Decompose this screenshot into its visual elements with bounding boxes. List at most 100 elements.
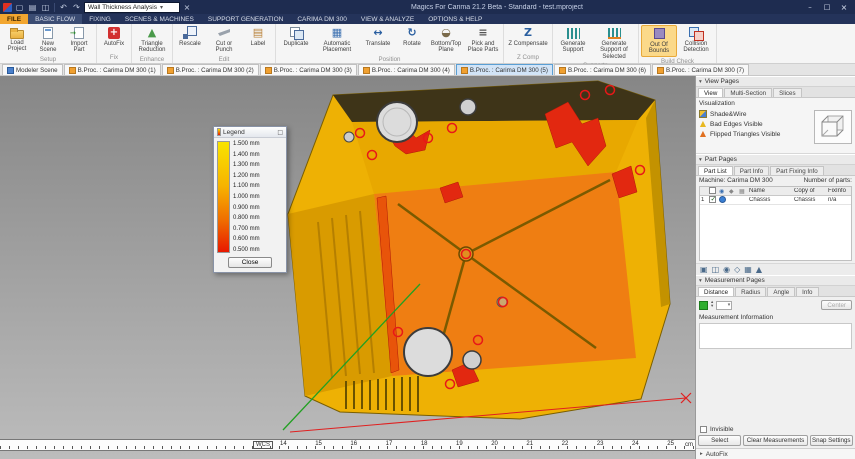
legend-window[interactable]: Legend □ 1.500 mm 1.400 mm 1.300 mm 1.200 m… xyxy=(213,126,287,273)
scene-tab[interactable]: B.Proc. : Carima DM 300 (6) xyxy=(553,64,651,75)
measurement-action-button[interactable]: Select xyxy=(698,435,742,446)
ribbon-tab[interactable]: FIXING xyxy=(82,14,118,24)
legend-close-button[interactable]: Close xyxy=(228,257,272,268)
main-area: Legend □ 1.500 mm 1.400 mm 1.300 mm 1.200 m… xyxy=(0,76,855,459)
triangle-reduction-button[interactable]: Triangle Reduction xyxy=(134,25,170,55)
z-compensate-button[interactable]: Z Compensate xyxy=(506,25,550,53)
part-tab[interactable]: Part List xyxy=(698,166,733,175)
minimize-button[interactable]: – xyxy=(802,2,818,13)
automatic-placement-button[interactable]: Automatic Placement xyxy=(315,25,359,55)
view-pages-header[interactable]: ▾ View Pages xyxy=(696,76,855,87)
scene-tab-bar: Modeler Scene B.Proc. : Carima DM 300 (1)… xyxy=(0,64,855,76)
view-tab[interactable]: View xyxy=(698,88,724,97)
measurement-pages-header[interactable]: ▾ Measurement Pages xyxy=(696,275,855,286)
ruler-unit: cm xyxy=(685,442,693,448)
part-tab[interactable]: Part Info xyxy=(733,166,770,175)
part-pages-header[interactable]: ▾ Part Pages xyxy=(696,154,855,165)
invisible-option[interactable]: Invisible xyxy=(696,424,855,434)
measurement-tab[interactable]: Info xyxy=(796,287,819,296)
copy-of-column-header[interactable]: Copy of xyxy=(793,188,827,194)
part-tab[interactable]: Part Fixing Info xyxy=(770,166,824,175)
ribbon-tab[interactable]: CARIMA DM 300 xyxy=(290,14,354,24)
part-visible-icon[interactable] xyxy=(719,195,726,203)
measurement-tab[interactable]: Angle xyxy=(767,287,796,296)
measurement-mode-combo[interactable]: ▾ xyxy=(716,300,733,310)
legend-title-bar[interactable]: Legend □ xyxy=(214,127,286,138)
fixinfo-column-header[interactable]: FixInfo xyxy=(827,188,851,194)
close-button[interactable]: × xyxy=(836,2,852,13)
panel-toolbar-icon[interactable]: ◉ xyxy=(723,265,730,274)
center-button[interactable]: Center xyxy=(821,300,852,310)
panel-toolbar-icon[interactable]: ▣ xyxy=(700,265,708,274)
title-bar: ▢ ▤ ◫ ↶ ↷ Wall Thickness Analysis ▾ × Ma… xyxy=(0,0,855,14)
autofix-footer[interactable]: ▸ AutoFix xyxy=(696,448,855,459)
z-compensate-icon xyxy=(520,26,536,40)
ribbon-tab[interactable]: BASIC FLOW xyxy=(28,14,83,24)
rotate-button[interactable]: Rotate xyxy=(397,25,427,55)
scene-tab[interactable]: B.Proc. : Carima DM 300 (4) xyxy=(357,64,455,75)
measurement-color-swatch[interactable] xyxy=(699,300,708,310)
translate-button[interactable]: Translate xyxy=(360,25,396,55)
measurement-action-button[interactable]: Snap Settings xyxy=(809,435,853,446)
scene-tab[interactable]: B.Proc. : Carima DM 300 (1) xyxy=(63,64,161,75)
panel-toolbar-icon[interactable]: ▲ xyxy=(756,265,762,274)
label-button[interactable]: Label xyxy=(243,25,273,55)
automatic-placement-icon xyxy=(329,26,345,40)
generate-support-selected-button[interactable]: Generate Support of Selected xyxy=(592,25,636,61)
collision-detection-button[interactable]: Collision Detection xyxy=(678,25,714,57)
new-scene-icon xyxy=(43,27,53,39)
redo-icon[interactable]: ↷ xyxy=(71,2,82,13)
ribbon-tab[interactable]: FILE xyxy=(0,14,29,24)
scene-tab[interactable]: B.Proc. : Carima DM 300 (5) xyxy=(455,64,553,75)
open-icon[interactable]: ▤ xyxy=(27,2,38,13)
scene-tab[interactable]: B.Proc. : Carima DM 300 (3) xyxy=(259,64,357,75)
spin-down-icon[interactable]: ▾ xyxy=(711,304,713,309)
part-list-row[interactable]: 1 Chassis Chassis n/a xyxy=(700,195,851,205)
name-column-header[interactable]: Name xyxy=(748,188,793,194)
new-icon[interactable]: ▢ xyxy=(14,2,25,13)
ruler-number: 18 xyxy=(420,441,428,447)
import-part-icon xyxy=(70,26,84,40)
clear-analysis-icon[interactable]: × xyxy=(182,3,192,12)
bottom-top-plane-button[interactable]: Bottom/Top Plane xyxy=(428,25,464,55)
maximize-button[interactable]: □ xyxy=(819,2,835,13)
orientation-cube[interactable] xyxy=(814,110,852,144)
ribbon-tab[interactable]: VIEW & ANALYZE xyxy=(354,14,421,24)
new-scene-button[interactable]: New Scene xyxy=(33,25,63,55)
undo-icon[interactable]: ↶ xyxy=(58,2,69,13)
autofix-button[interactable]: AutoFix xyxy=(99,25,129,53)
invisible-checkbox[interactable] xyxy=(700,425,707,433)
out-of-bounds-button[interactable]: Out Of Bounds xyxy=(641,25,677,57)
scene-tab[interactable]: B.Proc. : Carima DM 300 (2) xyxy=(161,64,259,75)
ribbon-tab[interactable]: SUPPORT GENERATION xyxy=(201,14,291,24)
ribbon-tab[interactable]: OPTIONS & HELP xyxy=(421,14,489,24)
measurement-buttons: Select Clear Measurements Snap Settings xyxy=(696,434,855,448)
analysis-combo-value: Wall Thickness Analysis xyxy=(88,3,157,11)
save-icon[interactable]: ◫ xyxy=(40,2,51,13)
cut-or-punch-button[interactable]: Cut or Punch xyxy=(206,25,242,55)
rescale-button[interactable]: Rescale xyxy=(175,25,205,55)
view-tab[interactable]: Slices xyxy=(773,88,802,97)
part-checkbox[interactable] xyxy=(709,195,716,203)
panel-toolbar-icon[interactable]: ◫ xyxy=(712,265,720,274)
scene-tab[interactable]: B.Proc. : Carima DM 300 (7) xyxy=(652,64,750,75)
panel-toolbar-icon[interactable]: ◇ xyxy=(734,265,740,274)
view-tab[interactable]: Multi-Section xyxy=(724,88,773,97)
measurement-stepper[interactable]: ▴ ▾ xyxy=(711,300,713,309)
measurement-action-button[interactable]: Clear Measurements xyxy=(743,435,808,446)
load-project-button[interactable]: Load Project xyxy=(2,25,32,55)
3d-canvas[interactable] xyxy=(0,76,695,459)
panel-toolbar-icon[interactable]: ▦ xyxy=(744,265,752,274)
ribbon-tab[interactable]: SCENES & MACHINES xyxy=(118,14,201,24)
measurement-tab[interactable]: Distance xyxy=(698,287,735,296)
duplicate-button[interactable]: Duplicate xyxy=(278,25,314,55)
analysis-combo[interactable]: Wall Thickness Analysis ▾ xyxy=(84,1,180,13)
generate-support-button[interactable]: Generate Support xyxy=(555,25,591,61)
scene-tab[interactable]: Modeler Scene xyxy=(2,64,63,75)
select-all-checkbox[interactable] xyxy=(709,187,716,194)
part-model[interactable] xyxy=(287,80,671,420)
measurement-tab[interactable]: Radius xyxy=(735,287,767,296)
legend-window-icon[interactable]: □ xyxy=(277,129,283,136)
pick-and-place-button[interactable]: Pick and Place Parts xyxy=(465,25,501,55)
import-part-button[interactable]: Import Part xyxy=(64,25,94,55)
